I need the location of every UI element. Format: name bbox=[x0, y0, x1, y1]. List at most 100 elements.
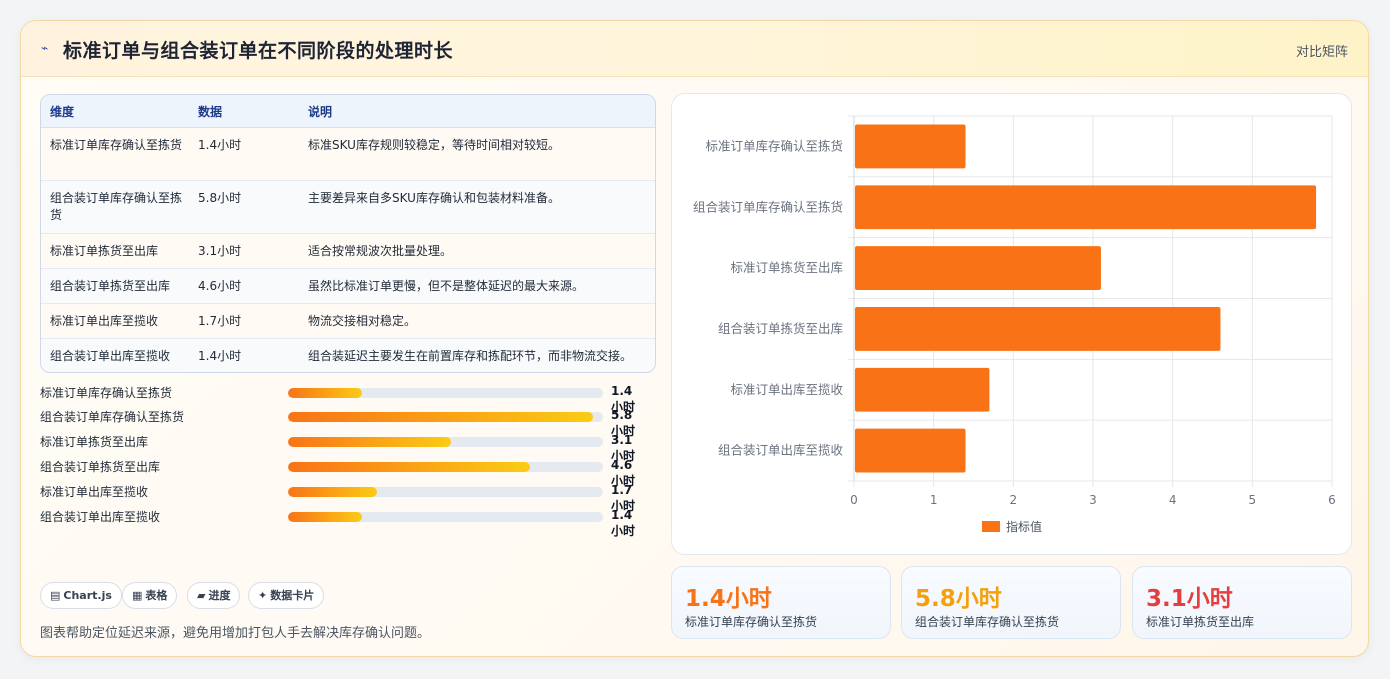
cell-description: 物流交接相对稳定。 bbox=[308, 314, 417, 328]
y-tick-label: 标准订单拣货至出库 bbox=[730, 260, 843, 275]
cell-dimension: 组合装订单库存确认至拣货 bbox=[50, 191, 183, 222]
x-tick-label: 4 bbox=[1169, 493, 1177, 507]
table-row: 组合装订单库存确认至拣货 5.8小时 主要差异来自多SKU库存确认和包装材料准备… bbox=[41, 181, 655, 234]
progress-row: 标准订单拣货至出库 3.1小时 bbox=[40, 431, 640, 463]
data-table: 维度 数据 说明 标准订单库存确认至拣货 1.4小时 标准SKU库存规则较稳定，… bbox=[40, 94, 656, 373]
dashboard-card: ⌁ 标准订单与组合装订单在不同阶段的处理时长 对比矩阵 维度 数据 说明 标准订… bbox=[20, 20, 1369, 657]
cell-dimension: 标准订单出库至揽收 bbox=[50, 314, 159, 328]
bar bbox=[855, 428, 966, 473]
y-tick-label: 标准订单库存确认至拣货 bbox=[705, 138, 843, 153]
column-header-data: 数据 bbox=[198, 105, 223, 119]
table-row: 标准订单库存确认至拣货 1.4小时 标准SKU库存规则较稳定，等待时间相对较短。 bbox=[41, 128, 655, 181]
progress-track bbox=[288, 487, 603, 497]
progress-track bbox=[288, 437, 603, 447]
y-tick-label: 组合装订单库存确认至拣货 bbox=[693, 199, 843, 214]
legend-swatch bbox=[982, 521, 1000, 532]
kpi-value: 3.1小时 bbox=[1146, 586, 1233, 612]
kpi-card: 3.1小时 标准订单拣货至出库 bbox=[1132, 566, 1352, 639]
data-card-pill[interactable]: ✦ 数据卡片 bbox=[248, 582, 325, 609]
bar bbox=[855, 185, 1317, 230]
x-tick-label: 3 bbox=[1089, 493, 1097, 507]
cell-description: 适合按常规波次批量处理。 bbox=[308, 244, 453, 258]
progress-row: 标准订单出库至揽收 1.7小时 bbox=[40, 481, 640, 513]
page-title: 标准订单与组合装订单在不同阶段的处理时长 bbox=[63, 40, 454, 62]
progress-row: 组合装订单拣货至出库 4.6小时 bbox=[40, 456, 640, 488]
pill-label: 表格 bbox=[145, 589, 168, 602]
cell-description: 主要差异来自多SKU库存确认和包装材料准备。 bbox=[308, 191, 560, 205]
kpi-value: 5.8小时 bbox=[915, 586, 1002, 612]
progress-track bbox=[288, 388, 603, 398]
table-icon: ▦ bbox=[132, 589, 143, 602]
cell-data: 3.1小时 bbox=[198, 244, 242, 258]
progress-pill[interactable]: ▰ 进度 bbox=[187, 582, 241, 609]
sparkle-icon: ✦ bbox=[258, 589, 268, 602]
footnote: 图表帮助定位延迟来源，避免用增加打包人手去解决库存确认问题。 bbox=[40, 626, 431, 641]
column-header-description: 说明 bbox=[308, 105, 333, 119]
kpi-value: 1.4小时 bbox=[685, 586, 772, 612]
x-tick-label: 5 bbox=[1249, 493, 1257, 507]
progress-track bbox=[288, 512, 603, 522]
sparkline-icon: ⌁ bbox=[41, 41, 49, 55]
progress-fill bbox=[288, 437, 451, 447]
x-tick-label: 1 bbox=[930, 493, 938, 507]
y-tick-label: 标准订单出库至揽收 bbox=[730, 382, 843, 397]
table-row: 标准订单出库至揽收 1.7小时 物流交接相对稳定。 bbox=[41, 304, 655, 339]
pill-label: 进度 bbox=[208, 589, 231, 602]
y-tick-label: 组合装订单拣货至出库 bbox=[718, 321, 843, 336]
table-row: 标准订单拣货至出库 3.1小时 适合按常规波次批量处理。 bbox=[41, 234, 655, 269]
progress-track bbox=[288, 412, 603, 422]
bar bbox=[855, 246, 1101, 290]
x-tick-label: 0 bbox=[850, 493, 858, 507]
progress-icon: ▰ bbox=[197, 589, 206, 602]
progress-label: 标准订单拣货至出库 bbox=[40, 435, 149, 449]
progress-row: 组合装订单出库至揽收 1.4小时 bbox=[40, 506, 640, 538]
cell-data: 5.8小时 bbox=[198, 191, 242, 205]
cell-description: 组合装延迟主要发生在前置库存和拣配环节，而非物流交接。 bbox=[308, 349, 633, 363]
progress-fill bbox=[288, 388, 362, 398]
cell-dimension: 组合装订单出库至揽收 bbox=[50, 349, 171, 363]
bar bbox=[855, 124, 966, 169]
progress-label: 组合装订单库存确认至拣货 bbox=[40, 410, 185, 424]
progress-fill bbox=[288, 412, 593, 422]
progress-track bbox=[288, 462, 603, 472]
progress-row: 标准订单库存确认至拣货 1.4小时 bbox=[40, 382, 640, 414]
progress-fill bbox=[288, 487, 378, 497]
table-row: 组合装订单拣货至出库 4.6小时 虽然比标准订单更慢，但不是整体延迟的最大来源。 bbox=[41, 269, 655, 304]
legend-label: 指标值 bbox=[1006, 519, 1042, 534]
kpi-label: 组合装订单库存确认至拣货 bbox=[915, 615, 1060, 629]
cell-dimension: 组合装订单拣货至出库 bbox=[50, 279, 171, 293]
pill-label: Chart.js bbox=[63, 589, 112, 602]
bar-chart: 0 1 2 3 4 5 6 标准订单库存确认至拣货 组合装订单库存确认至拣货 标准订单拣货至出库组… bbox=[671, 93, 1352, 555]
table-row: 组合装订单出库至揽收 1.4小时 组合装延迟主要发生在前置库存和拣配环节，而非物… bbox=[41, 339, 655, 372]
bar-chart-svg: 0 1 2 3 4 5 6 标准订单库存确认至拣货组合装订单库存确认至拣货标准订单拣货至出库组… bbox=[693, 115, 1336, 534]
cell-data: 4.6小时 bbox=[198, 279, 242, 293]
cell-description: 虽然比标准订单更慢，但不是整体延迟的最大来源。 bbox=[308, 279, 585, 293]
kpi-label: 标准订单库存确认至拣货 bbox=[685, 615, 818, 629]
table-header-row: 维度 数据 说明 bbox=[41, 95, 655, 128]
progress-row: 组合装订单库存确认至拣货 5.8小时 bbox=[40, 406, 640, 438]
progress-fill bbox=[288, 462, 530, 472]
table-pill[interactable]: ▦ 表格 bbox=[122, 582, 178, 609]
comparison-matrix-label: 对比矩阵 bbox=[1295, 45, 1348, 60]
kpi-card: 5.8小时 组合装订单库存确认至拣货 bbox=[901, 566, 1121, 639]
chart-icon: ▤ bbox=[50, 589, 61, 602]
pill-label: 数据卡片 bbox=[270, 589, 315, 602]
bar bbox=[855, 307, 1221, 351]
progress-value: 1.4小时 bbox=[611, 508, 636, 538]
cell-description: 标准SKU库存规则较稳定，等待时间相对较短。 bbox=[308, 138, 560, 152]
y-tick-label: 组合装订单出库至揽收 bbox=[718, 443, 844, 458]
progress-label: 标准订单库存确认至拣货 bbox=[40, 386, 173, 400]
bar bbox=[855, 367, 990, 412]
cell-data: 1.4小时 bbox=[198, 138, 242, 152]
cell-data: 1.4小时 bbox=[198, 349, 242, 363]
x-tick-label: 6 bbox=[1328, 493, 1336, 507]
progress-fill bbox=[288, 512, 362, 522]
column-header-dimension: 维度 bbox=[50, 105, 75, 119]
progress-label: 组合装订单拣货至出库 bbox=[40, 460, 161, 474]
cell-data: 1.7小时 bbox=[198, 314, 242, 328]
cell-dimension: 标准订单拣货至出库 bbox=[50, 244, 159, 258]
progress-label: 标准订单出库至揽收 bbox=[40, 485, 149, 499]
kpi-label: 标准订单拣货至出库 bbox=[1146, 615, 1255, 629]
progress-label: 组合装订单出库至揽收 bbox=[40, 510, 161, 524]
chartjs-pill[interactable]: ▤ Chart.js bbox=[40, 582, 122, 609]
